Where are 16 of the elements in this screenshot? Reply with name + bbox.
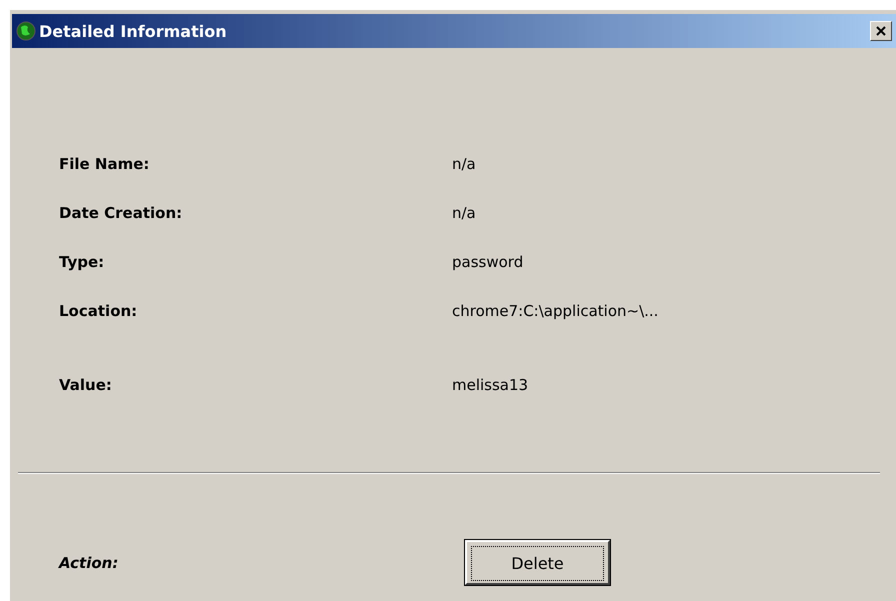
- window-title: Detailed Information: [39, 22, 228, 40]
- close-button[interactable]: [870, 21, 892, 41]
- field-value: n/a: [452, 154, 476, 172]
- delete-button[interactable]: Delete: [465, 540, 610, 585]
- field-label: Value:: [58, 376, 113, 394]
- field-value: n/a: [452, 204, 476, 222]
- action-label: Action:: [57, 554, 120, 572]
- field-label: Date Creation:: [58, 204, 184, 222]
- field-label: Location:: [58, 302, 138, 320]
- globe-icon: [16, 21, 36, 41]
- field-value: password: [452, 252, 524, 270]
- field-label: File Name:: [58, 154, 150, 172]
- close-icon: [876, 26, 886, 36]
- field-value: chrome7:C:\application~\...: [452, 302, 658, 320]
- field-value: melissa13: [452, 376, 528, 394]
- field-label: Type:: [58, 252, 106, 270]
